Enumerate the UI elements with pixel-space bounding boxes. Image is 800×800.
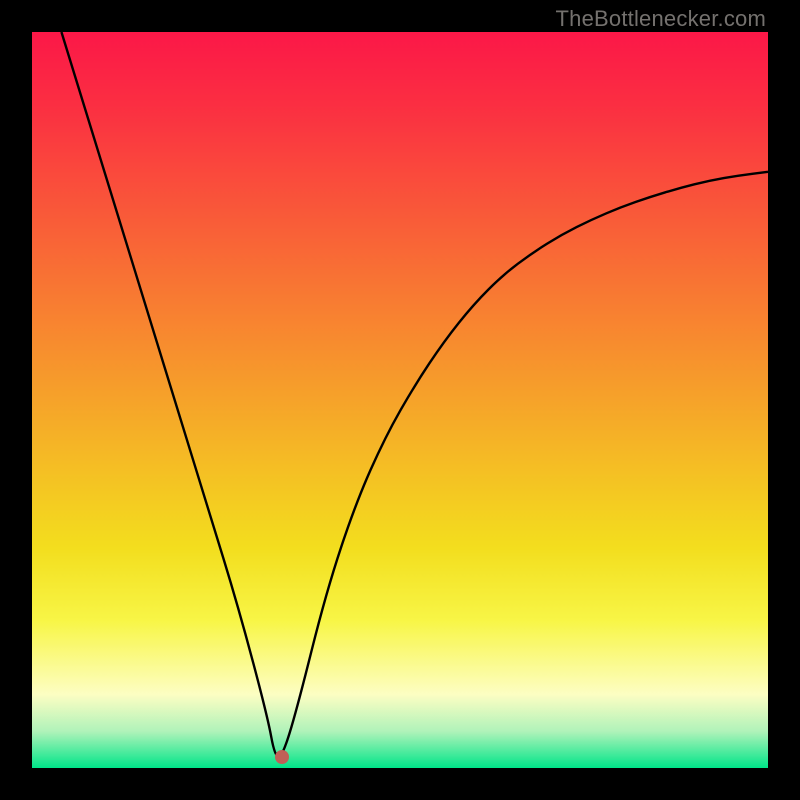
curve-svg [32, 32, 768, 768]
chart-frame: TheBottlenecker.com [0, 0, 800, 800]
bottleneck-curve [61, 32, 768, 757]
optimum-marker [275, 750, 289, 764]
watermark-text: TheBottlenecker.com [556, 6, 766, 32]
plot-area [32, 32, 768, 768]
